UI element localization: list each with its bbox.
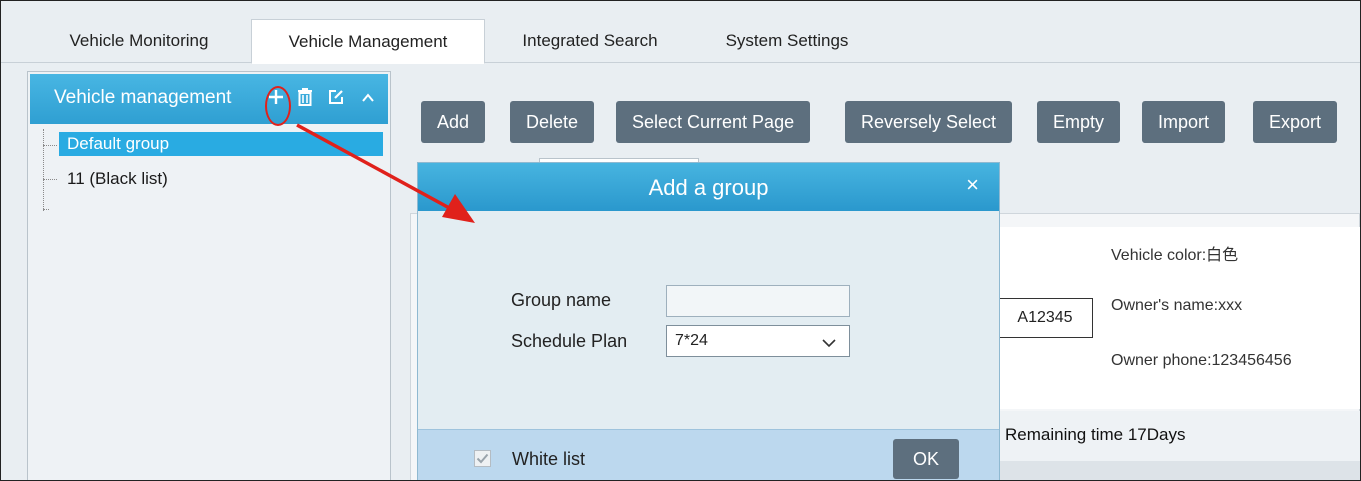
tree-connector (43, 179, 57, 180)
delete-icon[interactable] (295, 88, 315, 110)
main-tab-bar: Vehicle Monitoring Vehicle Management In… (1, 1, 1360, 64)
dialog-header: Add a group × (418, 163, 999, 211)
tab-vehicle-monitoring[interactable]: Vehicle Monitoring (31, 19, 247, 63)
export-button[interactable]: Export (1253, 101, 1338, 143)
tree-connector (43, 129, 44, 211)
dialog-title: Add a group (648, 175, 769, 200)
tree-connector (43, 145, 57, 146)
card-footer (997, 461, 1360, 480)
annotation-circle (265, 86, 291, 126)
white-list-label: White list (512, 449, 586, 469)
owner-phone-text: Owner phone:123456456 (1111, 352, 1292, 369)
group-name-field[interactable] (666, 285, 850, 317)
group-panel-title: Vehicle management (54, 87, 232, 108)
import-button[interactable]: Import (1142, 101, 1226, 143)
ok-button[interactable]: OK (893, 439, 959, 479)
edit-icon[interactable] (326, 88, 346, 110)
tab-system-settings[interactable]: System Settings (697, 19, 877, 63)
add-button[interactable]: Add (421, 101, 486, 143)
delete-button[interactable]: Delete (510, 101, 595, 143)
tree-item-default-group[interactable]: Default group (59, 132, 383, 156)
owner-name-text: Owner's name:xxx (1111, 297, 1243, 314)
tab-integrated-search[interactable]: Integrated Search (491, 19, 689, 63)
collapse-icon[interactable] (358, 88, 378, 110)
group-name-label: Group name (511, 290, 612, 310)
vehicle-color-text: Vehicle color:白色 (1111, 247, 1239, 264)
group-panel-header: Vehicle management (30, 74, 388, 124)
schedule-plan-select[interactable]: 7*24 (666, 325, 850, 357)
plate-number: A12345 (997, 298, 1093, 338)
close-icon[interactable]: × (966, 172, 979, 198)
schedule-plan-label: Schedule Plan (511, 331, 628, 351)
dialog-footer: White list OK (418, 429, 999, 480)
add-group-dialog: Add a group × Group name Schedule Plan 7… (417, 162, 1000, 480)
tree-item-black-list[interactable]: 11 (Black list) (67, 169, 168, 189)
select-current-page-button[interactable]: Select Current Page (616, 101, 811, 143)
chevron-down-icon (821, 332, 837, 348)
application-window: Vehicle Monitoring Vehicle Management In… (0, 0, 1361, 481)
empty-button[interactable]: Empty (1037, 101, 1121, 143)
schedule-plan-value: 7*24 (675, 332, 708, 349)
remaining-time-text: Remaining time 17Days (1005, 425, 1186, 444)
tab-vehicle-management[interactable]: Vehicle Management (251, 19, 485, 64)
tree-connector (43, 209, 49, 210)
reversely-select-button[interactable]: Reversely Select (845, 101, 1013, 143)
white-list-checkbox[interactable] (474, 450, 491, 467)
